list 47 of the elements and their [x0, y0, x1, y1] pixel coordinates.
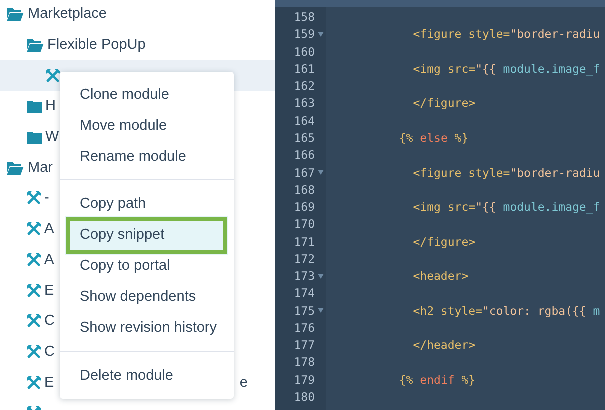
code-line: <figure style="border-radiu [412, 27, 600, 42]
tree-item-label: Flexible PopUp [48, 37, 146, 54]
line-number: 178 [293, 355, 315, 370]
line-number: 174 [293, 286, 315, 300]
line-number: 160 [293, 44, 315, 59]
tree-item-label: e [240, 374, 248, 391]
tree-item-label: A [44, 221, 54, 238]
code-line: <header> [412, 269, 469, 284]
line-number: 177 [293, 338, 315, 352]
tree-item-label: C [44, 344, 55, 360]
code-line: <img src="{{ module.image_f [412, 62, 600, 76]
line-number: 176 [293, 320, 315, 335]
line-number: 166 [293, 148, 315, 162]
line-number: 173 [293, 269, 315, 284]
code-line: {% else %} [398, 130, 469, 145]
code-line: </figure> [412, 96, 476, 110]
line-number: 162 [293, 79, 315, 94]
code-line: </figure> [412, 234, 476, 249]
line-number: 161 [293, 62, 315, 76]
code-line: <h2 style="color: rgba({{ m [412, 304, 600, 318]
line-number: 159 [293, 27, 315, 42]
tree-item-label: H [46, 98, 56, 114]
code-line: {% endif %} [398, 372, 476, 387]
code-line: <figure style="border-radiu [412, 166, 600, 180]
line-number: 165 [293, 130, 315, 145]
tree-item-label: W [46, 129, 60, 146]
tree-item-label: E [44, 374, 54, 391]
tree-item-label: Marketplace [28, 6, 107, 22]
tree-item-label: Mar [28, 160, 53, 176]
line-number: 168 [293, 182, 315, 197]
line-number: 167 [293, 166, 315, 180]
line-number: 171 [293, 234, 315, 249]
tree-item-label: E [44, 282, 54, 299]
line-number: 169 [293, 200, 315, 214]
tree-item-label: - [44, 190, 50, 206]
code-line: <img src="{{ module.image_f [412, 200, 600, 214]
tree-item-label: C [44, 313, 55, 330]
line-number: 164 [293, 114, 315, 128]
tree-item-label: A [44, 252, 54, 268]
line-number: 158 [293, 10, 315, 24]
line-number: 180 [293, 390, 315, 404]
line-number: 172 [293, 252, 315, 266]
line-number: 170 [293, 217, 315, 232]
line-number: 163 [293, 96, 315, 110]
line-number: 179 [293, 372, 315, 387]
code-line: </header> [412, 338, 476, 352]
line-number: 175 [293, 304, 315, 318]
